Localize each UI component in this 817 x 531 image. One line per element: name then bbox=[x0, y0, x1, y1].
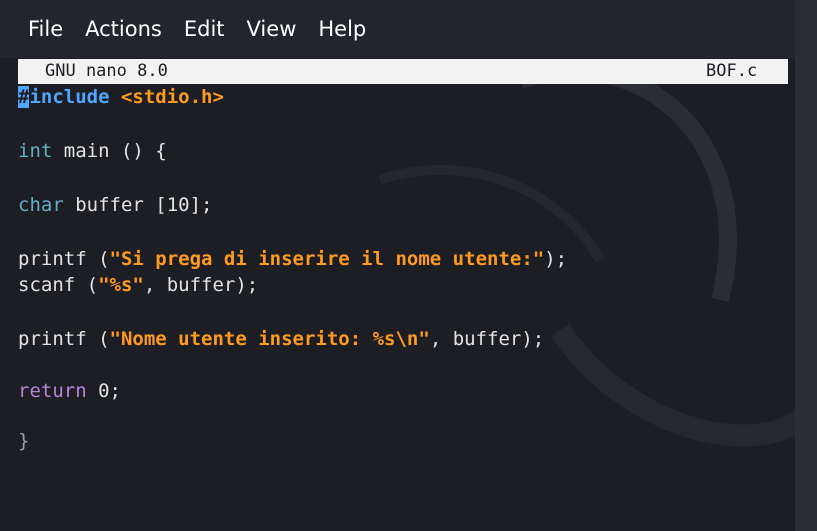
code-text: printf ( bbox=[18, 248, 110, 270]
menu-file[interactable]: File bbox=[28, 17, 63, 41]
menu-edit[interactable]: Edit bbox=[184, 17, 225, 41]
nano-filename-label: BOF.c bbox=[706, 61, 758, 81]
type-keyword: char bbox=[18, 194, 64, 216]
code-line-7: return 0; bbox=[18, 378, 121, 404]
code-line-6: printf ("Nome utente inserito: %s\n", bu… bbox=[18, 326, 544, 352]
code-text: buffer [10]; bbox=[63, 194, 213, 216]
code-text: main () { bbox=[52, 140, 167, 162]
type-keyword: int bbox=[18, 140, 53, 162]
menu-actions[interactable]: Actions bbox=[85, 17, 162, 41]
include-header: <stdio.h> bbox=[109, 86, 224, 108]
text-cursor: # bbox=[18, 86, 30, 108]
nano-version-label: GNU nano 8.0 bbox=[45, 61, 168, 81]
code-text: scanf ( bbox=[18, 274, 99, 296]
string-literal: "Si prega di inserire il nome utente:" bbox=[109, 248, 545, 270]
code-text: , buffer); bbox=[429, 328, 545, 350]
menu-view[interactable]: View bbox=[247, 17, 297, 41]
return-keyword: return bbox=[18, 380, 87, 402]
code-line-1: #include <stdio.h> bbox=[18, 84, 224, 110]
code-text: , buffer); bbox=[143, 274, 259, 296]
terminal-window: File Actions Edit View Help GNU nano 8.0… bbox=[0, 0, 817, 531]
code-text: ); bbox=[544, 248, 568, 270]
window-right-border bbox=[795, 0, 817, 531]
code-line-5: scanf ("%s", buffer); bbox=[18, 272, 258, 298]
code-line-4: printf ("Si prega di inserire il nome ut… bbox=[18, 246, 567, 272]
code-text: printf ( bbox=[18, 328, 110, 350]
string-literal: "%s" bbox=[98, 274, 144, 296]
code-line-8: } bbox=[18, 428, 29, 454]
closing-brace: } bbox=[18, 430, 30, 452]
code-line-3: char buffer [10]; bbox=[18, 192, 212, 218]
nano-title-bar: GNU nano 8.0 BOF.c bbox=[18, 59, 788, 84]
code-editor[interactable]: #include <stdio.h> int main () { char bu… bbox=[18, 84, 798, 524]
menu-help[interactable]: Help bbox=[318, 17, 366, 41]
code-line-2: int main () { bbox=[18, 138, 167, 164]
string-literal: "Nome utente inserito: %s\n" bbox=[109, 328, 430, 350]
code-text: 0; bbox=[86, 380, 121, 402]
menu-bar: File Actions Edit View Help bbox=[0, 0, 817, 58]
preprocessor-directive: include bbox=[29, 86, 110, 108]
